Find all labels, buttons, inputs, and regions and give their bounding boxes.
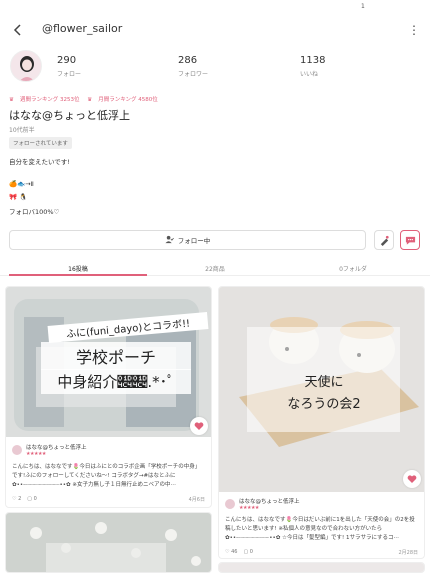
more-vertical-icon[interactable]: ⋮ (408, 22, 420, 38)
rating-stars: ★★★★★ (239, 505, 259, 511)
stat-likes[interactable]: 1138 いいね (300, 55, 325, 78)
monthly-rank[interactable]: 月間ランキング 4580位 (98, 97, 158, 103)
stat-label: いいね (300, 71, 319, 78)
post-overlay-text: 学校ポーチ (41, 342, 191, 370)
post-overlay-text: 中身紹介𝓄𝓄.*･ﾟ (41, 369, 191, 394)
post-description: こんにちは、はななです🌷今日はだいぶ前に1を出した「天使の会」の2を投稿したいと… (225, 517, 415, 541)
crown-icon: ♛ (87, 97, 93, 103)
stat-number: 286 (178, 55, 198, 66)
stat-label: フォロワー (178, 71, 209, 78)
avatar (10, 50, 42, 82)
post-author[interactable]: はなな@ちょっと低浮上 ★★★★★ (12, 443, 87, 457)
post-description: こんにちは、はななです🌷今日はふにとのコラボ企画「学校ポーチの中身」です!ふにの… (12, 464, 201, 488)
active-tab-indicator (9, 274, 147, 276)
profile-username: @flower_sailor (42, 22, 123, 35)
heart-icon[interactable] (403, 470, 421, 488)
bio-line: 🍊🐟→Ⅱ (9, 180, 34, 188)
message-button[interactable] (400, 230, 420, 250)
post-image: ふに(funi_dayo)とコラボ!! 学校ポーチ 中身紹介𝓄𝓄.*･ﾟ (6, 287, 211, 437)
post-meta: ♡ 46 ▢ 0 2月28日 (225, 549, 418, 556)
follow-button[interactable]: フォロー中 (9, 230, 366, 250)
back-arrow-icon[interactable] (10, 22, 26, 38)
post-card[interactable] (218, 562, 425, 573)
display-name: はなな@ちょっと低浮上 (9, 109, 130, 122)
stat-following[interactable]: 290 フォロー (57, 55, 81, 78)
post-overlay-text: 天使に (304, 375, 344, 390)
heart-icon[interactable] (190, 417, 208, 435)
ranking-row: ♛ 週間ランキング 3253位 ♛ 月間ランキング 4580位 (9, 95, 164, 103)
stat-number: 290 (57, 55, 77, 66)
like-count-with-icon: ♡ 46 (225, 549, 238, 555)
tab-posts[interactable]: 16投稿 (9, 264, 147, 273)
top-bar: @flower_sailor ⋮ (0, 18, 430, 44)
age-label: 10代前半 (9, 127, 35, 134)
gift-button[interactable] (374, 230, 394, 250)
chat-bubble-icon (405, 231, 416, 250)
gift-icon (379, 231, 390, 250)
rating-stars: ★★★★★ (26, 451, 46, 457)
crown-icon: ♛ (9, 97, 14, 103)
person-check-icon (165, 235, 174, 246)
tab-items[interactable]: 22商品 (146, 264, 284, 273)
followed-badge: フォローされています (9, 137, 72, 149)
post-date: 2月28日 (398, 550, 418, 556)
post-overlay-text: なろうの会2 (287, 397, 361, 412)
weekly-rank[interactable]: 週間ランキング 3253位 (20, 97, 80, 103)
comment-count: 0 (33, 496, 37, 502)
like-count-with-icon: ♡ 2 (12, 496, 22, 502)
post-card[interactable]: 天使に なろうの会2 はなな@ちょっと低浮上 ★★★★★ こんにちは、はななです… (218, 286, 425, 559)
avatar (12, 445, 22, 455)
post-author[interactable]: はなな@ちょっと低浮上 ★★★★★ (225, 497, 300, 511)
bio-line: 自分を変えたいです! (9, 158, 70, 166)
like-count: 46 (231, 549, 238, 555)
like-count: 2 (18, 496, 22, 502)
status-number: 1 (361, 3, 365, 10)
stat-label: フォロー (57, 71, 82, 78)
stat-followers[interactable]: 286 フォロワー (178, 55, 208, 78)
post-image (6, 513, 211, 572)
stat-number: 1138 (300, 55, 326, 66)
comment-count-with-icon: ▢ 0 (27, 496, 37, 502)
post-image: 天使に なろうの会2 (219, 287, 424, 492)
bio-line: フォロバ100%♡ (9, 208, 60, 216)
post-card[interactable] (5, 512, 212, 573)
post-date: 4月6日 (188, 497, 205, 503)
comment-count-with-icon: ▢ 0 (243, 549, 253, 555)
bio-line: 🎀 🐧 (9, 193, 28, 201)
tab-folders[interactable]: 0フォルダ (284, 264, 422, 273)
comment-count: 0 (249, 549, 253, 555)
post-card[interactable]: ふに(funi_dayo)とコラボ!! 学校ポーチ 中身紹介𝓄𝓄.*･ﾟ はなな… (5, 286, 212, 508)
follow-button-label: フォロー中 (177, 237, 211, 245)
avatar (225, 499, 235, 509)
post-image (219, 563, 424, 572)
post-meta: ♡ 2 ▢ 0 4月6日 (12, 496, 205, 503)
